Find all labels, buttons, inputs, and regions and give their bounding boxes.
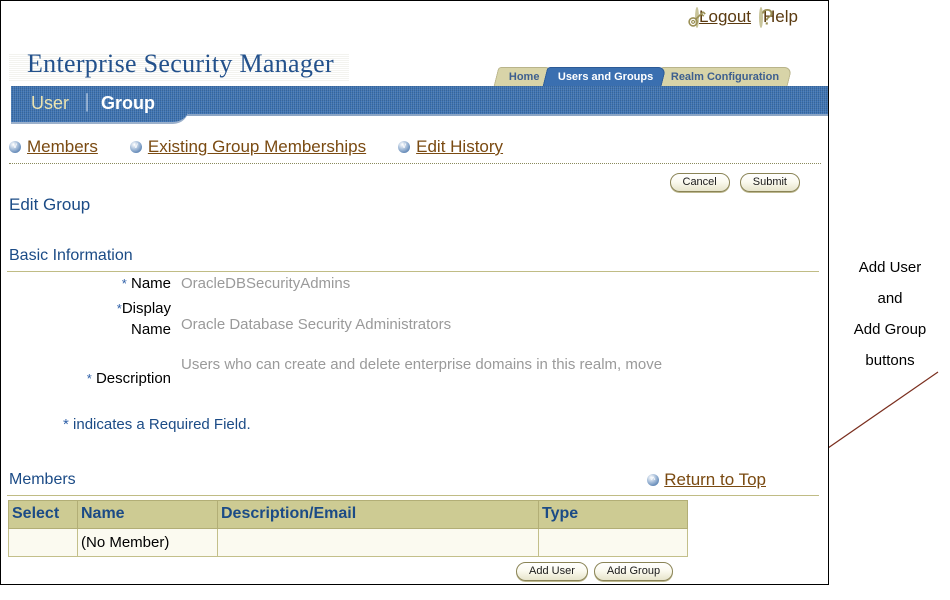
add-group-button[interactable]: Add Group xyxy=(593,562,674,581)
annotation-line-3: Add Group xyxy=(853,321,927,338)
description-field-value: Users who can create and delete enterpri… xyxy=(181,356,663,373)
submit-button[interactable]: Submit xyxy=(739,173,800,192)
column-header-name[interactable]: Name xyxy=(77,500,218,529)
description-label-text: Description xyxy=(95,370,171,387)
up-arrow-bullet-icon xyxy=(647,474,660,486)
form-action-buttons: Cancel Submit xyxy=(669,173,800,192)
brand-title: Enterprise Security Manager xyxy=(27,49,334,78)
description-field-label: * Description xyxy=(41,370,171,387)
annotation-line-4: buttons xyxy=(865,352,915,369)
quicknav-link-edit-history[interactable]: Edit History xyxy=(398,137,503,157)
application-page: Logout ? Help Enterprise Security Manage… xyxy=(0,0,829,585)
required-field-note-text: indicates a Required Field. xyxy=(73,416,251,433)
table-row: (No Member) xyxy=(8,528,688,557)
display-name-label-line1: Display xyxy=(121,300,171,317)
section-header-members: Members xyxy=(9,471,76,488)
members-table: Select Name Description/Email Type (No M… xyxy=(8,500,688,557)
required-star: * xyxy=(86,371,92,386)
name-field-value: OracleDBSecurityAdmins xyxy=(181,275,351,292)
name-field-label: * Name xyxy=(61,275,171,292)
subtab-user[interactable]: User xyxy=(31,93,69,114)
key-icon-svg xyxy=(688,10,706,27)
required-field-note: * indicates a Required Field. xyxy=(63,416,251,433)
tab-users-and-groups-label: Users and Groups xyxy=(557,71,653,83)
tab-home-label: Home xyxy=(508,71,540,83)
top-tab-bar: Home Users and Groups Realm Configuratio… xyxy=(493,67,793,86)
display-name-field-value: Oracle Database Security Administrators xyxy=(181,316,452,333)
quicknav-existing-group-memberships-label: Existing Group Memberships xyxy=(147,137,367,156)
display-name-field-label: *Display Name xyxy=(61,298,171,340)
cancel-button[interactable]: Cancel xyxy=(669,173,730,192)
key-icon xyxy=(688,7,706,28)
help-button[interactable]: ? Help xyxy=(759,4,798,30)
quick-navigation-links: Members Existing Group Memberships Edit … xyxy=(9,137,821,164)
members-action-buttons: Add User Add Group xyxy=(516,562,674,581)
down-arrow-bullet-icon xyxy=(129,140,142,153)
members-divider xyxy=(7,495,819,496)
column-header-select[interactable]: Select xyxy=(8,500,78,529)
annotation-line-2: and xyxy=(877,290,903,307)
annotation-callout: Add User and Add Group buttons xyxy=(832,252,948,376)
cell-description xyxy=(217,528,539,557)
name-label-text: Name xyxy=(130,275,171,292)
tab-users-and-groups[interactable]: Users and Groups xyxy=(542,67,667,86)
subtab-group[interactable]: Group xyxy=(101,93,155,114)
quicknav-link-members[interactable]: Members xyxy=(9,137,98,157)
section-divider xyxy=(7,271,819,272)
page-title: Edit Group xyxy=(9,195,91,214)
tab-realm-configuration[interactable]: Realm Configuration xyxy=(655,67,793,86)
table-header-row: Select Name Description/Email Type xyxy=(8,500,688,529)
logout-button[interactable]: Logout xyxy=(688,7,751,28)
sub-tab-bar: User | Group xyxy=(11,86,189,124)
cell-type xyxy=(538,528,688,557)
required-star: * xyxy=(121,276,127,291)
quicknav-edit-history-label: Edit History xyxy=(416,137,504,156)
column-header-description-email[interactable]: Description/Email xyxy=(217,500,539,529)
quicknav-members-label: Members xyxy=(27,137,98,156)
subtab-separator: | xyxy=(85,90,90,112)
down-arrow-bullet-icon xyxy=(9,140,21,153)
section-header-basic-information: Basic Information xyxy=(9,247,133,264)
cell-name: (No Member) xyxy=(77,528,218,557)
cell-select xyxy=(8,528,78,557)
question-mark-icon: ? xyxy=(759,4,774,30)
return-to-top-label: Return to Top xyxy=(664,470,766,489)
global-buttons: Logout ? Help xyxy=(688,4,798,30)
return-to-top-link[interactable]: Return to Top xyxy=(647,470,766,490)
add-user-button[interactable]: Add User xyxy=(516,562,588,581)
annotation-line-1: Add User xyxy=(858,259,922,276)
down-arrow-bullet-icon xyxy=(398,140,411,153)
column-header-type[interactable]: Type xyxy=(538,500,688,529)
display-name-label-line2: Name xyxy=(130,321,171,338)
tab-realm-configuration-label: Realm Configuration xyxy=(670,71,779,83)
required-star: * xyxy=(63,416,69,433)
quicknav-link-existing-group-memberships[interactable]: Existing Group Memberships xyxy=(129,137,367,157)
